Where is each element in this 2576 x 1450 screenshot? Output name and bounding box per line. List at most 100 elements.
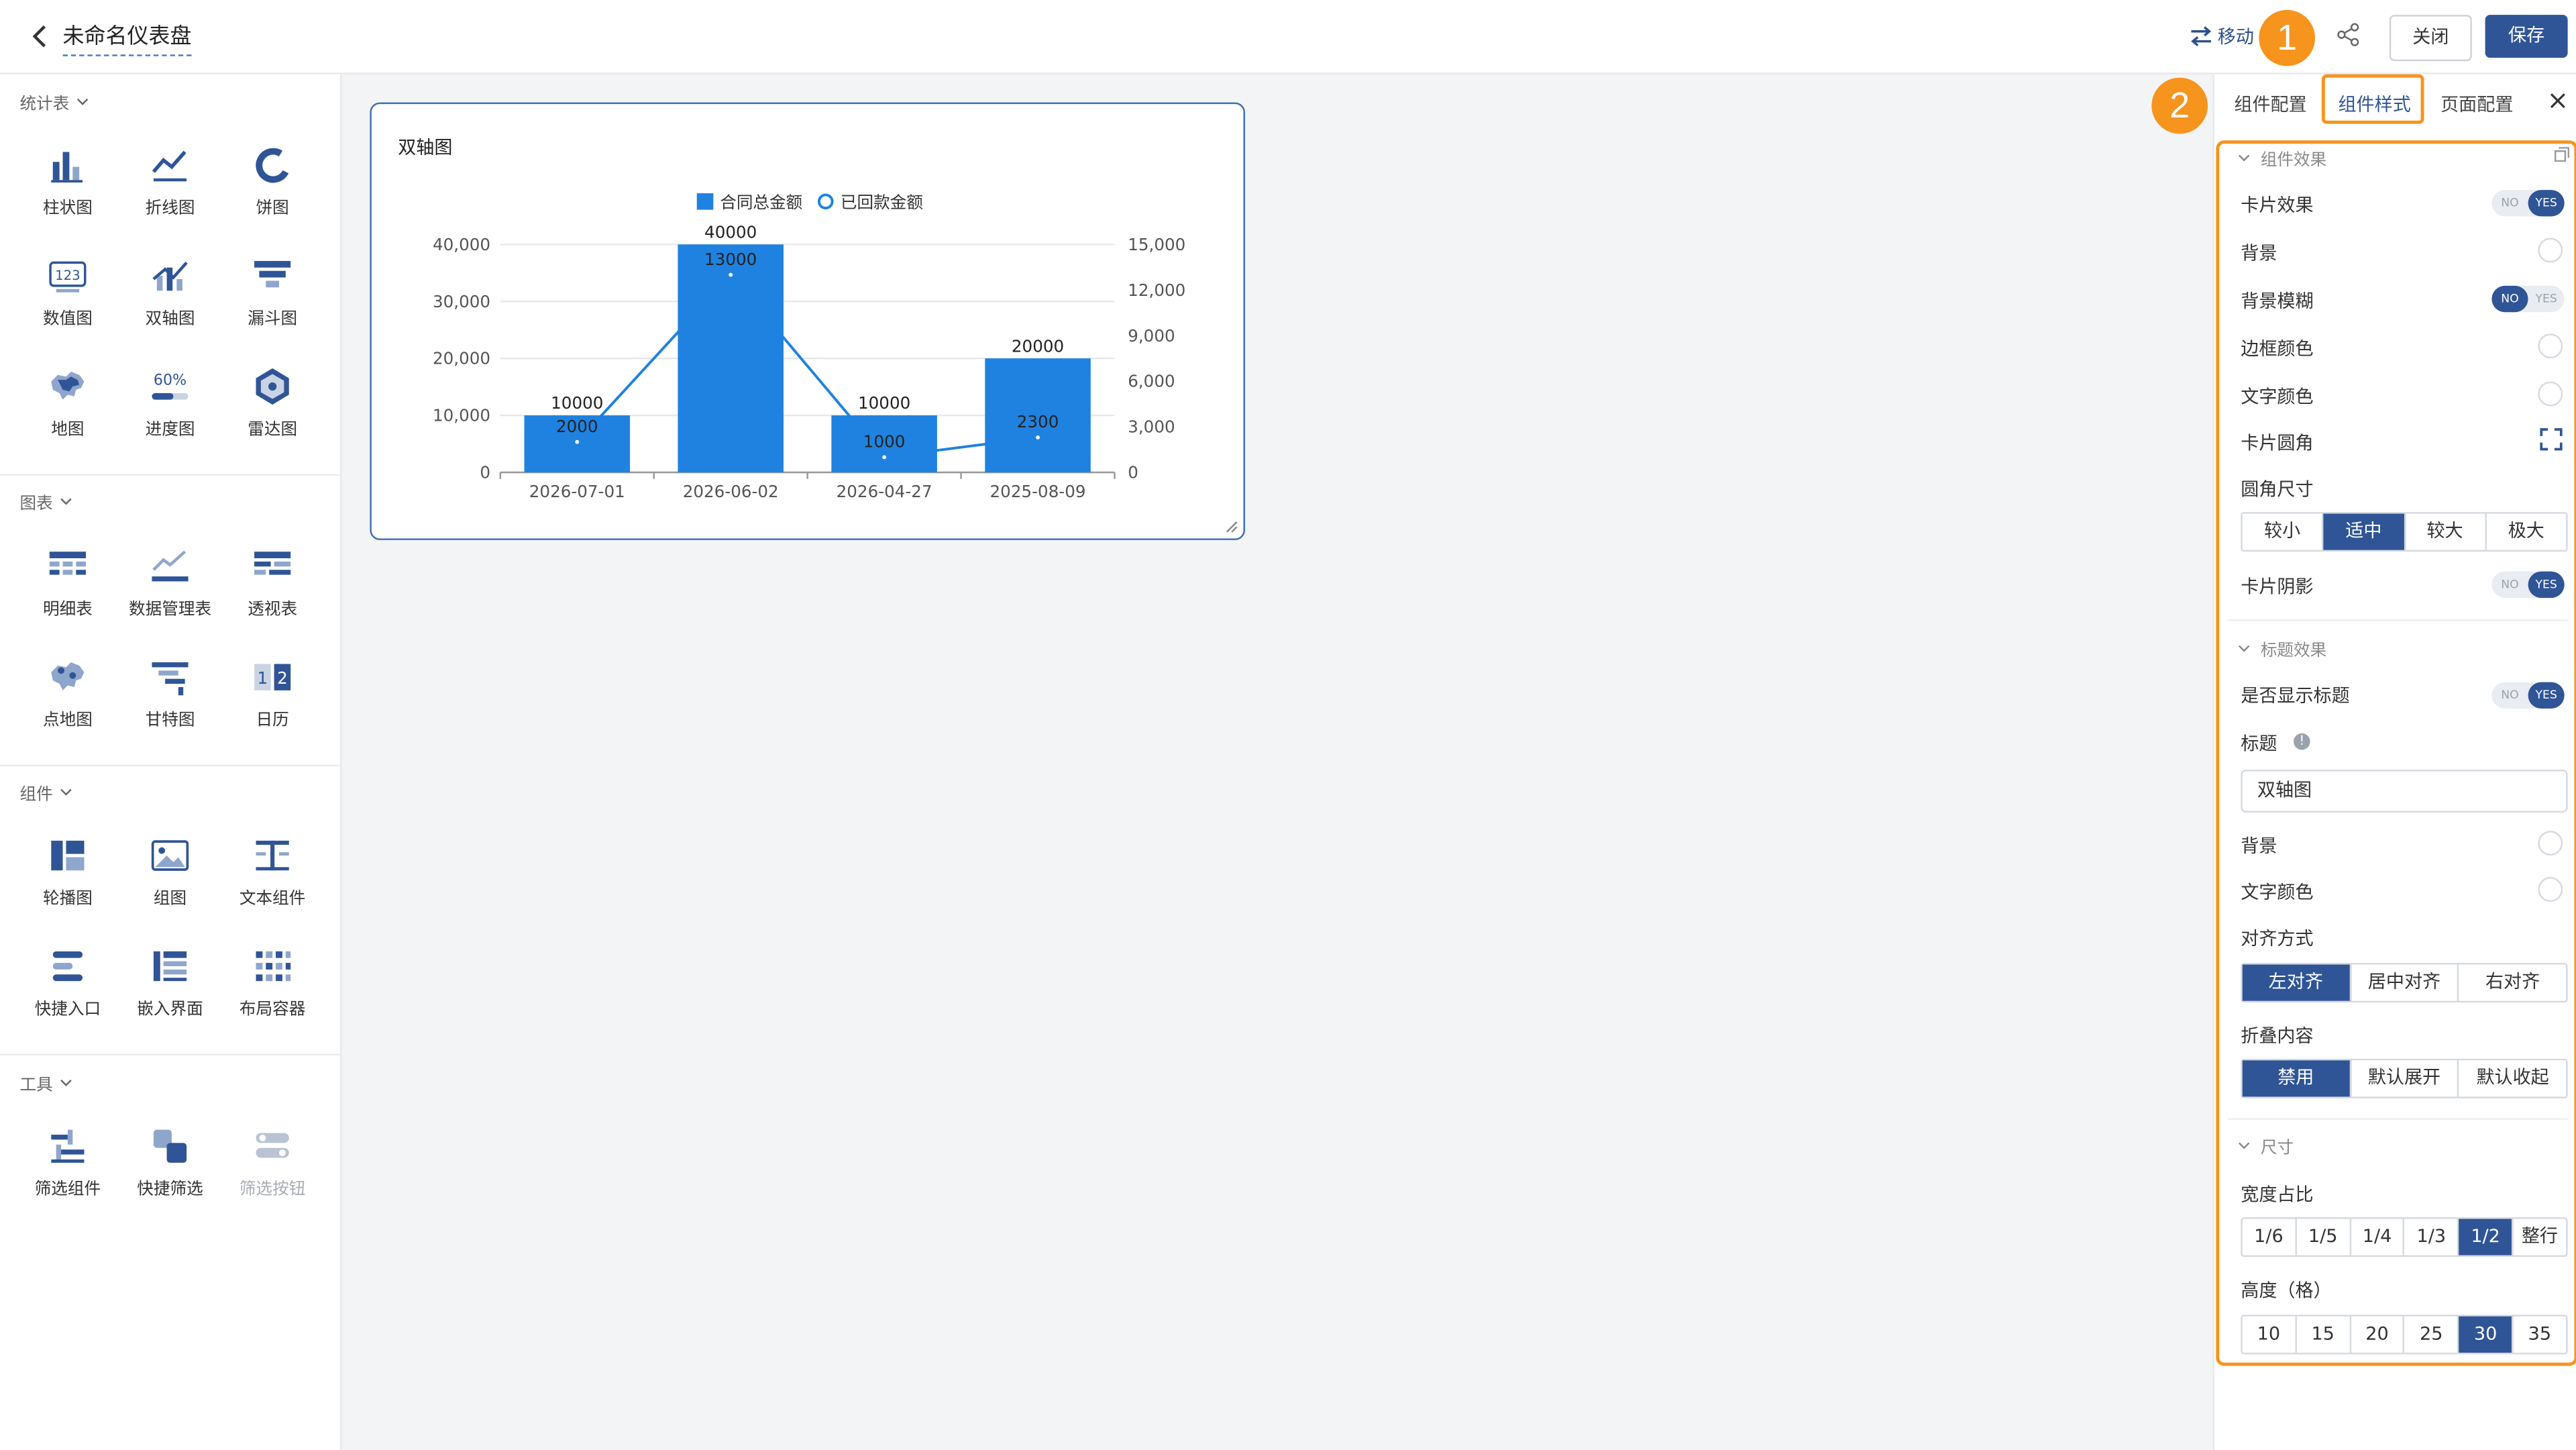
tool-image-group[interactable]: 组图	[121, 834, 220, 909]
collapse-option[interactable]: 默认收起	[2459, 1060, 2566, 1096]
tool-filter-button[interactable]: 筛选按钮	[223, 1125, 322, 1199]
height-option[interactable]: 25	[2405, 1316, 2459, 1353]
corner-radius-icon[interactable]	[2540, 428, 2563, 451]
move-button[interactable]: 移动	[2190, 23, 2254, 49]
toggle-bg-blur[interactable]: NO YES	[2491, 285, 2565, 313]
width-option-selected[interactable]: 1/2	[2459, 1219, 2514, 1255]
tab-component-config[interactable]: 组件配置	[2234, 91, 2306, 117]
section-divider	[0, 474, 341, 476]
background-color-picker[interactable]	[2538, 238, 2563, 263]
tool-quick-filter[interactable]: 快捷筛选	[121, 1125, 220, 1199]
close-button[interactable]: 关闭	[2389, 15, 2472, 62]
label-collapse: 折叠内容	[2241, 1025, 2314, 1047]
label-show-title: 是否显示标题	[2241, 685, 2350, 707]
group-card-effect[interactable]: 组件效果	[2237, 146, 2326, 170]
save-button[interactable]: 保存	[2485, 15, 2568, 58]
align-option-selected[interactable]: 左对齐	[2242, 964, 2351, 1001]
tool-data-management-table[interactable]: 数据管理表	[121, 545, 220, 619]
section-title: 统计表	[19, 95, 70, 114]
height-option[interactable]: 35	[2514, 1316, 2566, 1353]
title-text-color-picker[interactable]	[2538, 877, 2563, 902]
width-option[interactable]: 整行	[2514, 1219, 2566, 1255]
collapse-option[interactable]: 默认展开	[2351, 1060, 2460, 1097]
tool-carousel[interactable]: 轮播图	[18, 834, 117, 909]
tool-layout-container[interactable]: 布局容器	[223, 945, 322, 1019]
tool-label: 嵌入界面	[137, 1000, 203, 1019]
width-option[interactable]: 1/3	[2405, 1219, 2459, 1255]
tool-gantt-chart[interactable]: 甘特图	[121, 656, 220, 730]
tool-line-chart[interactable]: 折线图	[121, 144, 220, 218]
share-icon[interactable]	[2337, 23, 2359, 46]
tab-page-config[interactable]: 页面配置	[2440, 91, 2513, 117]
y-left-tick-label: 30,000	[433, 292, 490, 311]
layout-grid-icon	[256, 951, 291, 982]
tool-map-chart[interactable]: 地图	[18, 365, 117, 439]
width-option[interactable]: 1/5	[2297, 1219, 2351, 1255]
number-icon-text: 123	[55, 268, 80, 283]
toggle-yes: YES	[2535, 292, 2557, 306]
tool-detail-table[interactable]: 明细表	[18, 545, 117, 619]
width-option[interactable]: 1/6	[2243, 1219, 2297, 1255]
y-left-tick-label: 10,000	[433, 406, 490, 425]
title-input[interactable]: 双轴图	[2241, 770, 2568, 813]
toggle-no: NO	[2491, 285, 2528, 313]
tool-filter-component[interactable]: 筛选组件	[18, 1125, 117, 1199]
resize-handle-icon[interactable]	[1225, 520, 1238, 533]
title-background-color-picker[interactable]	[2538, 831, 2563, 856]
tool-label: 轮播图	[42, 890, 93, 909]
bar-data-label: 20000	[1012, 336, 1064, 356]
align-option[interactable]: 居中对齐	[2351, 964, 2460, 1001]
text-color-picker[interactable]	[2538, 381, 2563, 407]
info-icon[interactable]: !	[2294, 733, 2310, 750]
y-right-tick-label: 9,000	[1128, 326, 1175, 346]
tool-number-chart[interactable]: 123 数值图	[18, 254, 117, 329]
radius-option[interactable]: 极大	[2486, 514, 2566, 550]
legend-label: 已回款金额	[841, 193, 923, 212]
height-option-selected[interactable]: 30	[2459, 1316, 2514, 1353]
chart-card[interactable]: 双轴图 0 10,000 20,000 30,000 40,000 0 3,000 6,000…	[370, 102, 1245, 540]
section-tools[interactable]: 工具	[20, 1070, 73, 1095]
chevron-down-icon	[60, 788, 72, 795]
toggle-card-shadow[interactable]: NO YES	[2491, 571, 2565, 599]
tool-pivot-table[interactable]: 透视表	[223, 545, 322, 619]
height-option[interactable]: 15	[2297, 1316, 2351, 1353]
border-color-picker[interactable]	[2538, 333, 2563, 359]
tool-calendar[interactable]: 1 2 日历	[223, 656, 322, 730]
height-option[interactable]: 20	[2351, 1316, 2406, 1353]
tool-radar-chart[interactable]: 雷达图	[223, 365, 322, 439]
radius-option[interactable]: 较大	[2405, 513, 2487, 550]
collapse-option-selected[interactable]: 禁用	[2242, 1060, 2351, 1097]
tool-label: 漏斗图	[248, 310, 298, 329]
tool-label: 饼图	[256, 199, 289, 218]
quick-entry-icon	[52, 951, 83, 982]
back-arrow-icon[interactable]	[30, 23, 50, 49]
dashboard-title[interactable]: 未命名仪表盘	[62, 18, 192, 56]
toggle-card-effect[interactable]: NO YES	[2491, 190, 2565, 217]
tool-bar-chart[interactable]: 柱状图	[18, 144, 117, 218]
tool-label: 组图	[153, 890, 187, 909]
group-title-effect[interactable]: 标题效果	[2237, 636, 2326, 661]
tool-quick-entry[interactable]: 快捷入口	[18, 945, 117, 1019]
close-panel-icon[interactable]	[2550, 93, 2567, 109]
radius-option[interactable]: 较小	[2243, 513, 2324, 550]
section-charts[interactable]: 图表	[20, 489, 73, 514]
copy-icon[interactable]	[2554, 147, 2570, 162]
group-size[interactable]: 尺寸	[2237, 1133, 2294, 1158]
tool-label: 进度图	[145, 421, 195, 439]
tool-point-map[interactable]: 点地图	[18, 656, 117, 730]
align-option[interactable]: 右对齐	[2459, 965, 2566, 1001]
section-components[interactable]: 组件	[20, 780, 73, 805]
tool-funnel-chart[interactable]: 漏斗图	[223, 254, 322, 329]
tool-text-component[interactable]: 文本组件	[223, 834, 322, 909]
radius-option-selected[interactable]: 适中	[2323, 513, 2406, 550]
tool-dual-axis-chart[interactable]: 双轴图	[121, 254, 220, 329]
toggle-yes: YES	[2528, 571, 2565, 599]
tool-embed-page[interactable]: 嵌入界面	[121, 945, 220, 1019]
height-option[interactable]: 10	[2243, 1316, 2297, 1353]
tab-component-style[interactable]: 组件样式	[2338, 91, 2410, 117]
section-stat-charts[interactable]: 统计表	[20, 89, 89, 114]
tool-progress-chart[interactable]: 60% 进度图	[121, 365, 220, 439]
width-option[interactable]: 1/4	[2351, 1219, 2406, 1255]
toggle-show-title[interactable]: NO YES	[2491, 682, 2565, 709]
tool-pie-chart[interactable]: 饼图	[223, 144, 322, 218]
